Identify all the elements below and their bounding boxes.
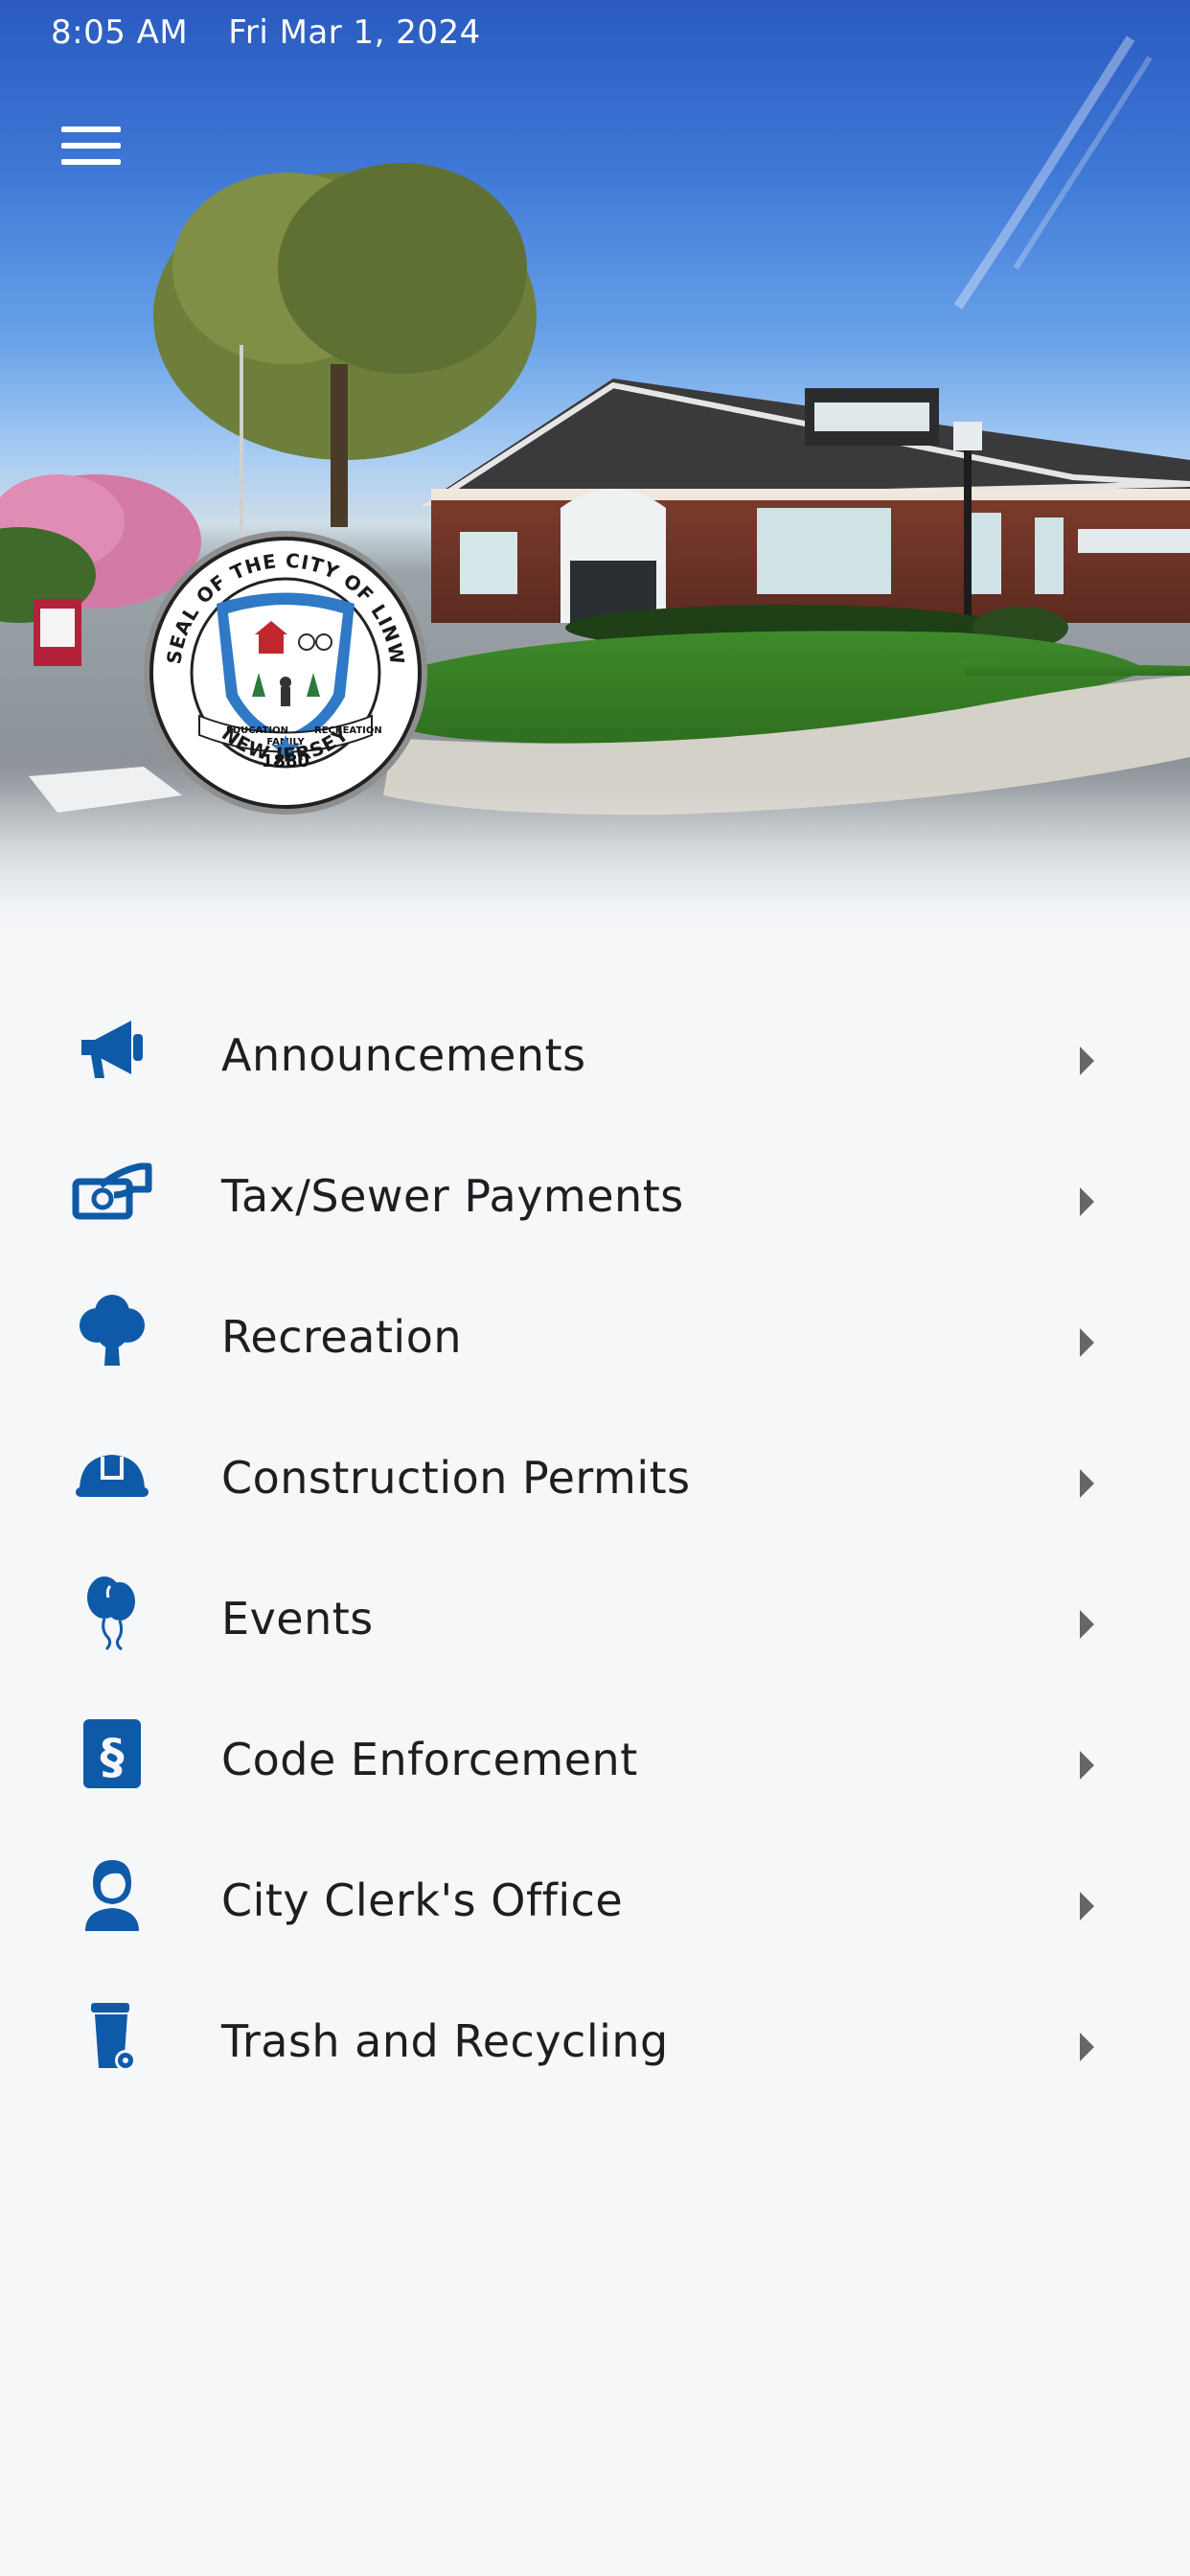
balloons-icon [71,1572,153,1654]
megaphone-icon [71,1008,153,1091]
chevron-right-icon [1080,1469,1094,1498]
menu-item-label: Trash and Recycling [221,2015,669,2067]
chevron-right-icon [1080,1187,1094,1216]
chevron-right-icon [1080,1328,1094,1357]
menu-item-label: Tax/Sewer Payments [221,1170,684,1222]
menu-item-trash-and-recycling[interactable]: Trash and Recycling [0,1973,1190,2114]
status-date: Fri Mar 1, 2024 [228,13,481,52]
chevron-right-icon [1080,1610,1094,1639]
hard-hat-icon [71,1431,153,1513]
chevron-right-icon [1080,1751,1094,1780]
money-payment-icon [71,1149,153,1231]
menu-item-label: Announcements [221,1029,586,1081]
menu-item-events[interactable]: Events [0,1551,1190,1691]
menu-item-recreation[interactable]: Recreation [0,1269,1190,1410]
law-section-icon: § [71,1713,153,1795]
trash-bin-icon [71,1994,153,2077]
hamburger-menu-icon[interactable] [56,117,126,174]
menu-item-code-enforcement[interactable]: § Code Enforcement [0,1691,1190,1832]
chevron-right-icon [1080,1046,1094,1075]
main-menu-list: Announcements Tax/Sewer Payments Recreat… [0,987,1190,2114]
city-seal-logo: THE SEAL OF THE CITY OF LINWOOD EDUCATIO… [142,529,427,815]
menu-item-construction-permits[interactable]: Construction Permits [0,1410,1190,1551]
status-bar: 8:05 AM Fri Mar 1, 2024 [51,13,481,52]
menu-item-label: Construction Permits [221,1452,691,1504]
menu-item-city-clerks-office[interactable]: City Clerk's Office [0,1832,1190,1973]
menu-item-label: Recreation [221,1311,462,1363]
menu-item-label: Code Enforcement [221,1734,638,1785]
menu-item-label: City Clerk's Office [221,1874,624,1926]
clerk-person-icon [71,1853,153,1936]
menu-item-tax-sewer-payments[interactable]: Tax/Sewer Payments [0,1128,1190,1269]
hero-banner: 8:05 AM Fri Mar 1, 2024 THE SEAL OF THE … [0,0,1190,954]
chevron-right-icon [1080,1892,1094,1920]
chevron-right-icon [1080,2033,1094,2061]
menu-item-announcements[interactable]: Announcements [0,987,1190,1128]
svg-text:§: § [101,1729,125,1784]
menu-item-label: Events [221,1593,374,1644]
status-time: 8:05 AM [51,13,189,52]
tree-icon [71,1290,153,1372]
